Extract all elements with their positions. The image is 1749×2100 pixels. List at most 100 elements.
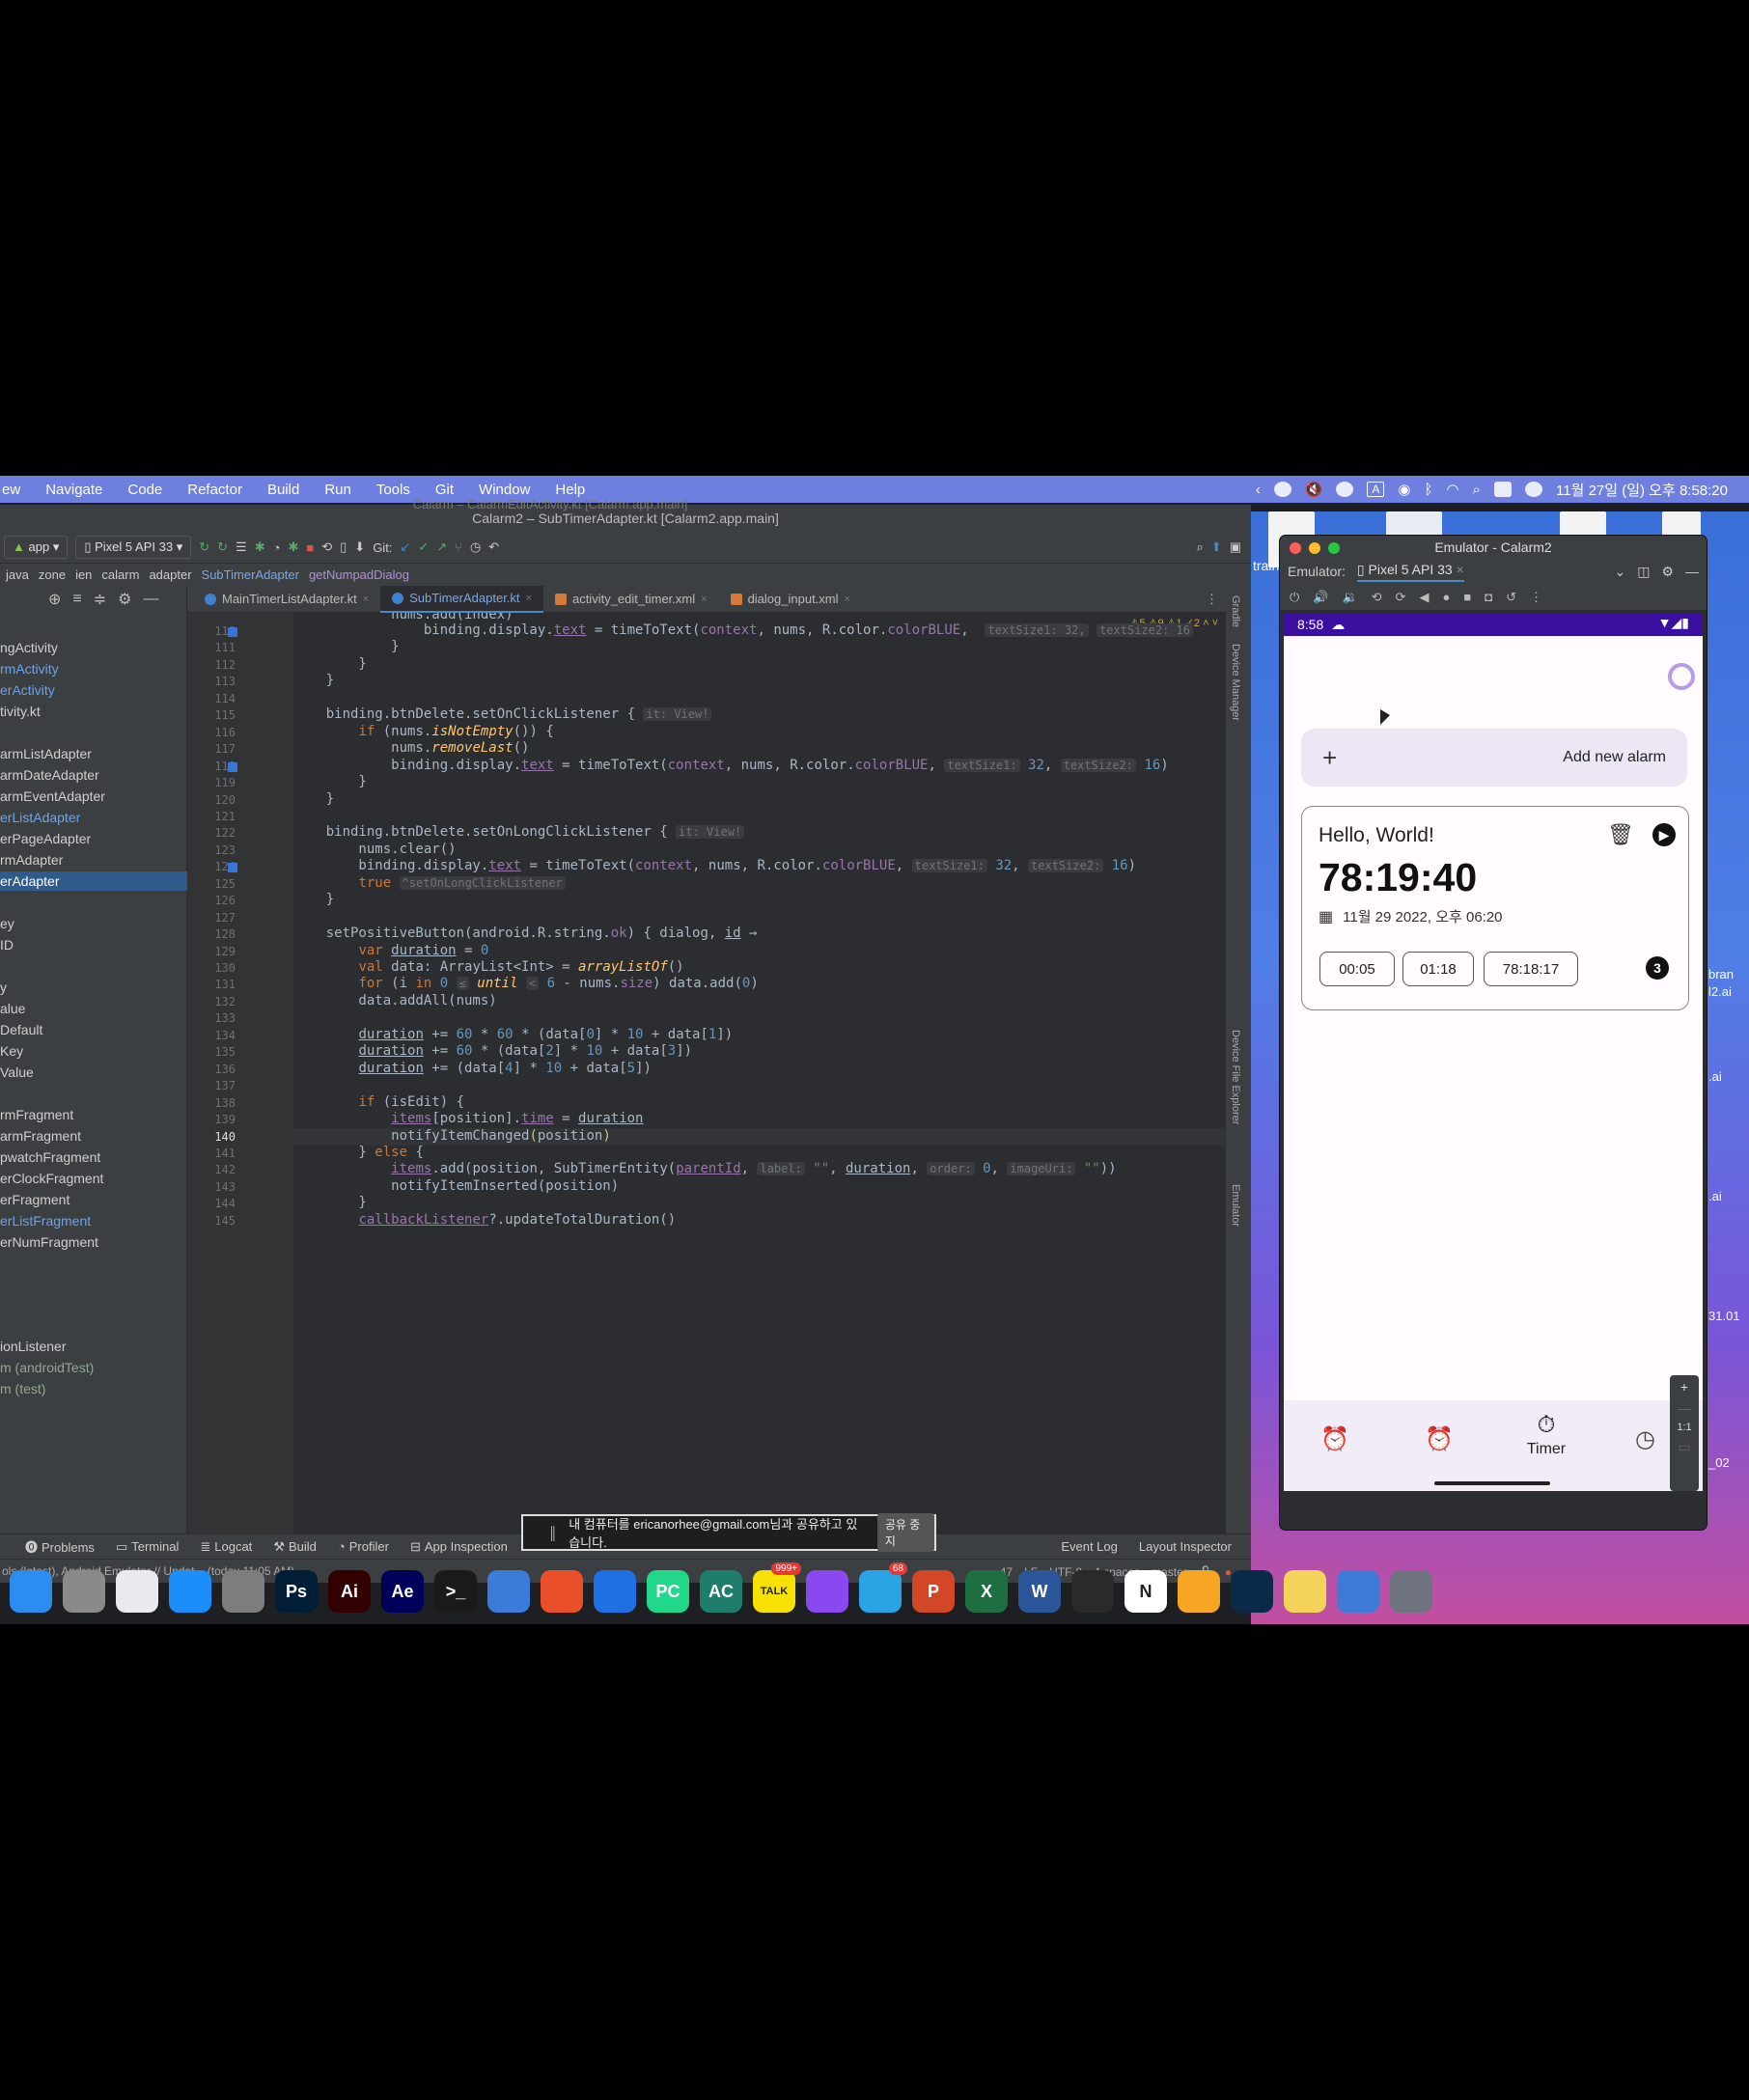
expand-all-icon[interactable]: ≡ — [72, 591, 81, 608]
change-marker[interactable] — [228, 627, 237, 637]
search-icon[interactable]: ⌕ — [1473, 482, 1481, 498]
dock-app-icon[interactable]: Ae — [381, 1570, 424, 1613]
git-branch-icon[interactable]: ⑂ — [455, 540, 462, 555]
run-config-icon[interactable]: ☰ — [236, 539, 247, 555]
attach-debugger-icon[interactable]: ✱ — [288, 539, 298, 555]
clock-icon[interactable]: ◷ — [1635, 1425, 1655, 1453]
device-tab[interactable]: ▯ Pixel 5 API 33 × — [1356, 562, 1464, 582]
zoom-out-button[interactable]: — — [1670, 1400, 1699, 1416]
dock-app-icon[interactable]: TALK 999+ — [753, 1562, 801, 1613]
rollback-icon[interactable]: ↶ — [488, 539, 499, 555]
menu-item[interactable]: Refactor — [187, 482, 242, 498]
menu-item[interactable]: Navigate — [45, 482, 102, 498]
menu-item[interactable]: Help — [555, 482, 585, 498]
dock-app-icon[interactable]: AC — [700, 1570, 742, 1613]
window-mode-icon[interactable]: ◫ — [1637, 564, 1650, 580]
camera-icon[interactable]: ◘ — [1485, 590, 1492, 604]
control-center-icon[interactable] — [1494, 482, 1513, 497]
menu-item[interactable]: Window — [479, 482, 530, 498]
project-tree-item[interactable]: armFragment — [0, 1126, 81, 1146]
project-tree-item[interactable]: erNumFragment — [0, 1232, 98, 1252]
volume-down-icon[interactable]: 🔉 — [1342, 590, 1357, 605]
chevron-left-icon[interactable]: ‹ — [1256, 482, 1261, 498]
minimize-icon[interactable]: — — [144, 591, 159, 608]
overview-icon[interactable]: ■ — [1463, 590, 1471, 604]
app-status-icon[interactable] — [1273, 482, 1291, 497]
git-push-icon[interactable]: ↗ — [436, 539, 447, 555]
user-icon[interactable]: ▣ — [1230, 539, 1241, 555]
breadcrumb-class[interactable]: SubTimerAdapter — [202, 567, 299, 582]
debug-icon[interactable]: ✱ — [255, 539, 265, 555]
dock-app-icon[interactable]: >_ — [434, 1570, 477, 1613]
project-tree-item[interactable]: m (test) — [0, 1379, 45, 1398]
home-icon[interactable]: ● — [1442, 590, 1450, 604]
dock-app-icon[interactable] — [222, 1570, 264, 1613]
code-editor[interactable]: ⚠5 ⚠9 ⚠1 ✓2 ˄ ˅ nums.add(index) binding.… — [293, 613, 1226, 1534]
git-update-icon[interactable]: ↙ — [400, 539, 410, 555]
sync-icon[interactable]: ⟲ — [321, 539, 332, 555]
project-tree-item[interactable]: Default — [0, 1020, 42, 1039]
close-window-button[interactable] — [1290, 542, 1301, 554]
timer-card[interactable]: Hello, World! 78:19:40 ▦ 11월 29 2022, 오후… — [1301, 806, 1689, 1010]
project-tree-item[interactable]: erClockFragment — [0, 1169, 103, 1188]
project-tree-item[interactable]: armListAdapter — [0, 744, 92, 763]
fit-screen-button[interactable]: ▭ — [1670, 1439, 1699, 1455]
dock-app-icon[interactable]: N — [1124, 1570, 1167, 1613]
project-tree-item[interactable]: ID — [0, 935, 14, 954]
trash-icon[interactable]: 🗑 — [1607, 822, 1634, 847]
bottom-tool-tab[interactable]: ⊟ App Inspection — [410, 1539, 508, 1555]
project-tree-item[interactable]: erAdapter — [0, 871, 187, 891]
bottom-tool-tab[interactable]: ▭ Terminal — [116, 1539, 179, 1555]
gesture-handle[interactable] — [1434, 1481, 1550, 1485]
dock-app-icon[interactable] — [487, 1570, 530, 1613]
rerun-icon[interactable]: ↻ — [199, 539, 209, 555]
zoom-ratio-button[interactable]: 1:1 — [1670, 1422, 1699, 1433]
project-tree-item[interactable]: armDateAdapter — [0, 765, 99, 785]
more-icon[interactable]: ⋮ — [1206, 592, 1218, 607]
profile-avatar[interactable] — [1668, 663, 1695, 690]
project-tree-item[interactable]: rmActivity — [0, 659, 59, 678]
bottom-tool-tab[interactable]: Layout Inspector — [1139, 1539, 1232, 1554]
dock-app-icon[interactable] — [169, 1570, 211, 1613]
project-tree-item[interactable]: rmFragment — [0, 1105, 73, 1124]
menu-item[interactable]: Git — [435, 482, 454, 498]
collapse-all-icon[interactable]: ≑ — [94, 590, 106, 609]
dock-app-icon[interactable] — [63, 1570, 105, 1613]
dock-app-icon[interactable] — [116, 1570, 158, 1613]
close-icon[interactable]: × — [845, 586, 850, 613]
breadcrumb-item[interactable]: ien — [75, 567, 92, 582]
dock-app-icon[interactable]: PC — [647, 1570, 689, 1613]
close-icon[interactable]: × — [1457, 562, 1464, 577]
app-status-icon[interactable] — [1336, 482, 1354, 497]
project-tree-item[interactable]: y — [0, 978, 7, 997]
apply-changes-icon[interactable]: ↻ — [217, 539, 228, 555]
update-icon[interactable]: ⬆ — [1211, 539, 1222, 555]
menu-item[interactable]: Tools — [376, 482, 410, 498]
project-tree-item[interactable]: erActivity — [0, 680, 55, 700]
alarm-icon[interactable]: ⏰ — [1425, 1425, 1454, 1453]
breadcrumb-function[interactable]: getNumpadDialog — [309, 567, 409, 582]
bottom-tool-tab[interactable]: ≣ Logcat — [200, 1539, 252, 1555]
breadcrumb-item[interactable]: java — [6, 567, 29, 582]
stop-sharing-button[interactable]: 공유 중지 — [876, 1513, 934, 1552]
close-icon[interactable]: × — [526, 585, 532, 612]
menu-item[interactable]: ew — [2, 482, 20, 498]
close-icon[interactable]: × — [363, 586, 369, 613]
project-tree-item[interactable]: ey — [0, 914, 14, 933]
rotate-right-icon[interactable]: ⟳ — [1396, 590, 1406, 605]
siri-icon[interactable] — [1525, 482, 1543, 497]
zoom-window-button[interactable] — [1328, 542, 1340, 554]
airplay-icon[interactable]: ◉ — [1398, 481, 1410, 498]
sub-timer-chip[interactable]: 00:05 — [1319, 952, 1395, 986]
menu-item[interactable]: Code — [127, 482, 162, 498]
gear-icon[interactable]: ⚙ — [1661, 564, 1674, 580]
project-tree-item[interactable]: erListAdapter — [0, 808, 80, 827]
bluetooth-icon[interactable]: ᛒ — [1425, 482, 1433, 498]
editor-tab[interactable]: dialog_input.xml × — [719, 586, 862, 613]
tool-window-tab[interactable]: Device File Explorer — [1230, 1030, 1241, 1124]
volume-up-icon[interactable]: 🔊 — [1313, 590, 1328, 605]
bottom-tool-tab[interactable]: ⓿ Problems — [25, 1537, 95, 1556]
breadcrumb-item[interactable]: zone — [39, 567, 66, 582]
module-selector[interactable]: ▲ app ▾ — [4, 536, 69, 559]
stop-icon[interactable]: ■ — [306, 540, 314, 555]
